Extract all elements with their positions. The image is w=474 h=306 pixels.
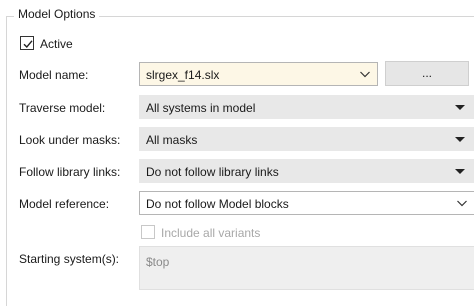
follow-library-links-label: Follow library links: xyxy=(19,165,121,179)
model-options-title: Model Options xyxy=(14,7,100,21)
include-all-variants-checkbox[interactable] xyxy=(141,225,155,239)
look-under-masks-dropdown[interactable]: All masks xyxy=(139,127,474,151)
active-label[interactable]: Active xyxy=(40,37,73,51)
model-name-combobox[interactable]: slrgex_f14.slx xyxy=(139,62,378,86)
chevron-down-icon[interactable] xyxy=(359,68,371,80)
traverse-model-value: All systems in model xyxy=(146,101,256,115)
starting-system-label: Starting system(s): xyxy=(19,252,120,266)
dropdown-arrow-icon xyxy=(455,105,465,110)
dropdown-arrow-icon xyxy=(455,169,465,174)
model-reference-label: Model reference: xyxy=(19,197,110,211)
look-under-masks-label: Look under masks: xyxy=(19,133,121,147)
checkmark-icon xyxy=(23,40,33,49)
traverse-model-label: Traverse model: xyxy=(19,101,106,115)
model-reference-value: Do not follow Model blocks xyxy=(146,197,289,211)
model-name-label: Model name: xyxy=(19,68,89,82)
follow-library-links-dropdown[interactable]: Do not follow library links xyxy=(139,159,474,183)
starting-system-input[interactable]: $top xyxy=(139,246,474,290)
model-reference-combobox[interactable]: Do not follow Model blocks xyxy=(139,191,474,215)
chevron-down-icon[interactable] xyxy=(456,197,468,209)
traverse-model-dropdown[interactable]: All systems in model xyxy=(139,95,474,119)
starting-system-value: $top xyxy=(146,255,170,269)
browse-button[interactable]: ... xyxy=(385,61,469,86)
follow-library-links-value: Do not follow library links xyxy=(146,165,279,179)
look-under-masks-value: All masks xyxy=(146,133,198,147)
include-all-variants-label: Include all variants xyxy=(161,226,261,240)
dropdown-arrow-icon xyxy=(455,137,465,142)
model-name-value: slrgex_f14.slx xyxy=(146,68,220,82)
active-checkbox[interactable] xyxy=(20,36,34,50)
